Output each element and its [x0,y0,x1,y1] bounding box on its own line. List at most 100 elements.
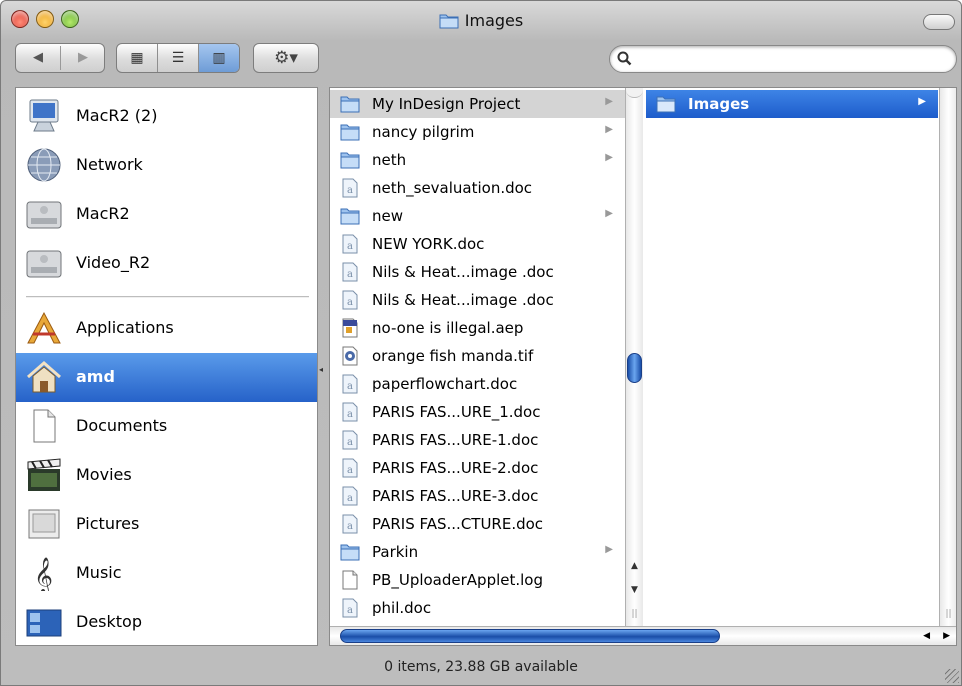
list-view-button[interactable]: ☰ [158,44,198,72]
doc-file-icon: a [340,234,360,254]
action-menu-button[interactable]: ⚙▾ [253,43,319,73]
file-row[interactable]: PB_UploaderApplet.log [330,566,625,594]
disclosure-arrow-icon: ▶ [605,152,613,163]
file-row[interactable]: a neth_sevaluation.doc [330,174,625,202]
file-row[interactable]: orange fish manda.tif [330,342,625,370]
column-resize-grip-icon[interactable]: || [940,606,956,622]
file-row[interactable]: a paperflowchart.doc [330,370,625,398]
file-name: neth_sevaluation.doc [372,179,533,197]
file-row[interactable]: a NEW YORK.doc [330,230,625,258]
documents-icon [24,408,64,444]
folder-icon [656,94,676,114]
folder-icon [340,122,360,142]
sidebar-item-network[interactable]: Network [16,141,317,190]
file-row[interactable]: no-one is illegal.aep [330,314,625,342]
gear-icon: ⚙▾ [274,48,298,68]
toolbar-toggle-button[interactable] [923,14,955,30]
file-name: Nils & Heat...image .doc [372,263,554,281]
doc-file-icon: a [340,514,360,534]
scroll-left-arrow-icon[interactable]: ◀ [923,628,930,644]
doc-file-icon: a [340,178,360,198]
scroll-down-arrow-icon[interactable]: ▼ [626,582,643,598]
doc-file-icon: a [340,290,360,310]
doc-file-icon: a [340,430,360,450]
sidebar-item-macr2[interactable]: MacR2 [16,190,317,239]
disclosure-arrow-icon: ▶ [605,96,613,107]
svg-text:a: a [347,493,353,504]
icon-view-button[interactable]: ▦ [117,44,157,72]
back-forward-control: ◀ ▶ [15,43,105,73]
folder-icon [340,150,360,170]
column-2-scrollbar[interactable]: || [939,88,956,628]
svg-text:a: a [347,465,353,476]
sidebar-item-desktop[interactable]: Desktop [16,598,317,645]
view-mode-control: ▦ ☰ ▥ [116,43,240,73]
scrollbar-thumb[interactable] [340,629,720,643]
search-field[interactable] [609,45,957,73]
globe-icon [24,147,64,183]
scroll-up-arrow-icon[interactable]: ▲ [626,558,643,574]
sidebar-item-macr2-2[interactable]: MacR2 (2) [16,92,317,141]
svg-text:a: a [347,605,353,616]
sidebar-item-label: Documents [76,416,168,435]
file-row[interactable]: a Nils & Heat...image .doc [330,286,625,314]
file-row[interactable]: a PARIS FAS...CTURE.doc [330,510,625,538]
sidebar-item-video-r2[interactable]: Video_R2 [16,239,317,288]
folder-row[interactable]: My InDesign Project ▶ [330,90,625,118]
resize-grip-icon[interactable] [945,669,959,683]
svg-text:a: a [347,409,353,420]
column-browser: My InDesign Project ▶ nancy pilgrim ▶ neth ▶ a… [329,87,957,646]
file-row[interactable]: a Nils & Heat...image .doc [330,258,625,286]
column-1-scrollbar[interactable]: ▲ ▼ || [625,88,643,628]
back-button[interactable]: ◀ [16,44,60,72]
svg-text:a: a [347,521,353,532]
sidebar-item-label: Music [76,563,122,582]
sidebar-item-documents[interactable]: Documents [16,402,317,451]
aep-file-icon [340,318,360,338]
svg-text:a: a [347,241,353,252]
window-title: Images [1,11,961,33]
doc-file-icon: a [340,598,360,618]
folder-row[interactable]: new ▶ [330,202,625,230]
sidebar-item-amd[interactable]: amd [16,353,317,402]
folder-icon [439,12,459,33]
disclosure-arrow-icon: ▶ [605,544,613,555]
title-bar[interactable]: Images [1,1,961,37]
tif-file-icon [340,346,360,366]
file-row[interactable]: a phil.doc [330,594,625,622]
folder-row[interactable]: Parkin ▶ [330,538,625,566]
file-row[interactable]: a PARIS FAS...URE-1.doc [330,426,625,454]
list-view-icon: ☰ [171,50,185,66]
horizontal-scrollbar[interactable]: ◀ ▶ [330,626,956,645]
column-view-button[interactable]: ▥ [199,44,239,72]
forward-button[interactable]: ▶ [61,44,105,72]
icon-view-icon: ▦ [130,50,144,66]
column-resize-grip-icon[interactable]: || [626,606,643,622]
folder-row[interactable]: neth ▶ [330,146,625,174]
folder-row[interactable]: Images ▶ [646,90,938,118]
desktop-icon [24,604,64,640]
sidebar-item-label: Video_R2 [76,253,151,272]
file-row[interactable]: a PARIS FAS...URE_1.doc [330,398,625,426]
folder-row[interactable]: nancy pilgrim ▶ [330,118,625,146]
file-row[interactable]: a PARIS FAS...URE-3.doc [330,482,625,510]
sidebar-item-pictures[interactable]: Pictures [16,500,317,549]
sidebar-item-label: Applications [76,318,174,337]
svg-text:a: a [347,269,353,280]
column-resize-handle[interactable]: ◂ [319,365,327,375]
search-input[interactable] [638,50,938,68]
folder-icon [340,206,360,226]
scroll-right-arrow-icon[interactable]: ▶ [943,628,950,644]
file-name: no-one is illegal.aep [372,319,524,337]
file-name: nancy pilgrim [372,123,475,141]
file-row[interactable]: a PARIS FAS...URE-2.doc [330,454,625,482]
file-name: PARIS FAS...URE-3.doc [372,487,539,505]
sidebar-item-music[interactable]: 𝄞 Music [16,549,317,598]
folder-icon [340,542,360,562]
doc-file-icon: a [340,458,360,478]
file-name: My InDesign Project [372,95,521,113]
scrollbar-thumb[interactable] [627,353,642,383]
sidebar-item-applications[interactable]: Applications [16,304,317,353]
svg-text:a: a [347,185,353,196]
sidebar-item-movies[interactable]: Movies [16,451,317,500]
